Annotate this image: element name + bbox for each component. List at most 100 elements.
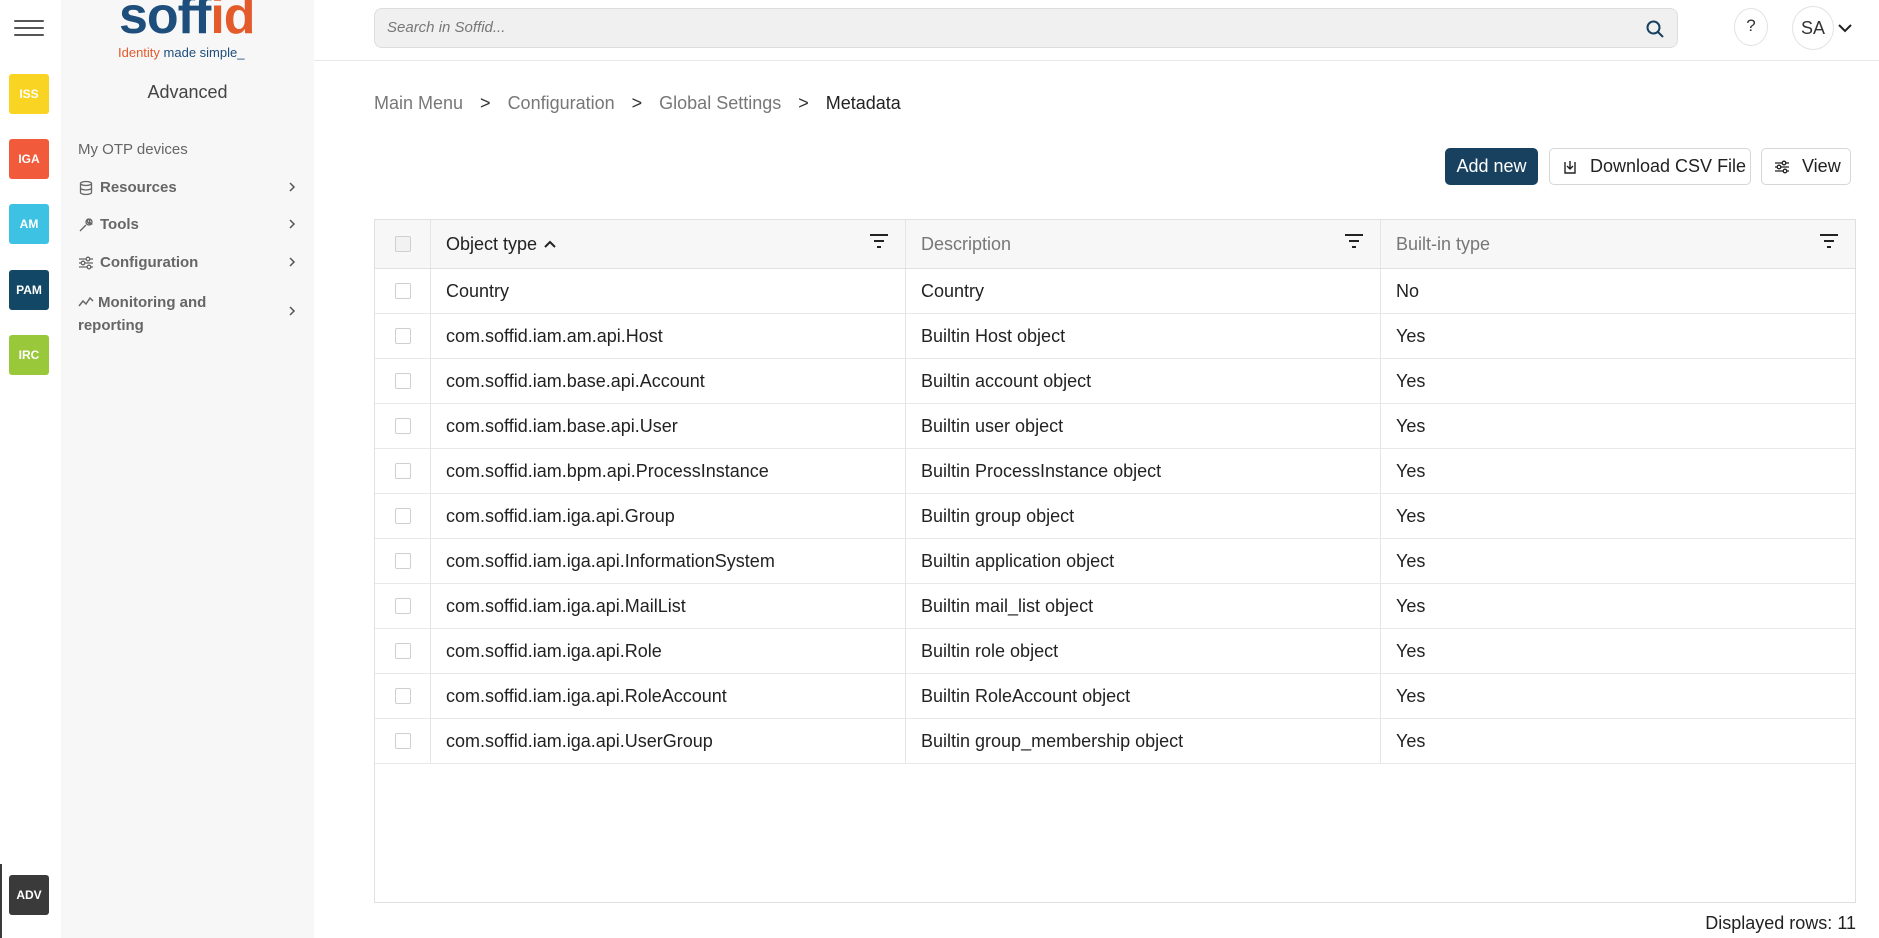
row-checkbox[interactable] <box>395 508 411 524</box>
filter-icon[interactable] <box>868 232 890 250</box>
app-tile-am[interactable]: AM <box>9 204 49 244</box>
table-row[interactable]: com.soffid.iam.am.api.Host Builtin Host o… <box>375 314 1855 359</box>
chevron-right-icon <box>289 306 296 316</box>
cell-object-type: com.soffid.iam.iga.api.RoleAccount <box>446 686 727 706</box>
sidebar-item-configuration[interactable]: Configuration <box>78 254 308 271</box>
sidebar-item-label: Monitoring and reporting <box>78 294 207 334</box>
row-checkbox[interactable] <box>395 688 411 704</box>
sidebar-item-monitoring[interactable]: Monitoring and reporting <box>78 291 308 337</box>
column-header-label: Object type <box>446 234 538 254</box>
breadcrumb: Main Menu > Configuration > Global Setti… <box>374 93 901 114</box>
side-navigation: soffid Identity made simple_ Advanced My… <box>61 0 314 938</box>
cell-object-type: com.soffid.iam.base.api.Account <box>446 371 705 391</box>
table-row[interactable]: com.soffid.iam.base.api.Account Builtin a… <box>375 359 1855 404</box>
help-button[interactable]: ? <box>1734 8 1768 46</box>
sidebar-item-label: Resources <box>100 179 177 196</box>
row-checkbox[interactable] <box>395 643 411 659</box>
table-row[interactable]: com.soffid.iam.iga.api.InformationSystem… <box>375 539 1855 584</box>
cell-description: Builtin account object <box>921 371 1092 391</box>
column-header-label: Built-in type <box>1396 234 1491 254</box>
chevron-down-icon[interactable] <box>1837 20 1853 36</box>
breadcrumb-current-page: Metadata <box>825 93 901 113</box>
breadcrumb-separator: > <box>480 93 491 113</box>
row-checkbox[interactable] <box>395 283 411 299</box>
cell-description: Country <box>921 281 985 301</box>
search-icon[interactable] <box>1645 19 1665 39</box>
app-tile-iga[interactable]: IGA <box>9 139 49 179</box>
table-row[interactable]: com.soffid.iam.iga.api.RoleAccount Builti… <box>375 674 1855 719</box>
breadcrumb-global-settings[interactable]: Global Settings <box>659 93 781 114</box>
cell-object-type: com.soffid.iam.iga.api.Group <box>446 506 675 526</box>
cell-builtin-type: Yes <box>1396 686 1426 706</box>
table-row[interactable]: Country Country No <box>375 269 1855 314</box>
table-row[interactable]: com.soffid.iam.iga.api.MailList Builtin m… <box>375 584 1855 629</box>
cell-builtin-type: Yes <box>1396 641 1426 661</box>
wrench-icon <box>79 218 93 232</box>
cell-description: Builtin ProcessInstance object <box>921 461 1162 481</box>
app-rail: ISS IGA AM PAM IRC ADV <box>0 0 61 938</box>
sidebar-item-resources[interactable]: Resources <box>78 179 308 196</box>
view-button[interactable]: View <box>1761 148 1851 185</box>
cell-builtin-type: Yes <box>1396 326 1426 346</box>
cell-description: Builtin user object <box>921 416 1064 436</box>
cell-description: Builtin group object <box>921 506 1075 526</box>
active-app-indicator <box>0 864 2 938</box>
database-icon <box>79 180 93 196</box>
filter-icon[interactable] <box>1818 232 1840 250</box>
cell-description: Builtin role object <box>921 641 1059 661</box>
table-row[interactable]: com.soffid.iam.iga.api.Group Builtin grou… <box>375 494 1855 539</box>
chart-line-icon <box>78 296 94 307</box>
cell-object-type: com.soffid.iam.base.api.User <box>446 416 678 436</box>
cell-object-type: com.soffid.iam.iga.api.Role <box>446 641 662 661</box>
row-checkbox[interactable] <box>395 553 411 569</box>
sidebar-item-tools[interactable]: Tools <box>78 216 308 233</box>
chevron-right-icon <box>289 182 296 192</box>
row-checkbox[interactable] <box>395 733 411 749</box>
cell-builtin-type: No <box>1396 281 1420 301</box>
table-row[interactable]: com.soffid.iam.bpm.api.ProcessInstance Bu… <box>375 449 1855 494</box>
row-checkbox[interactable] <box>395 373 411 389</box>
section-title: Advanced <box>147 82 228 102</box>
select-all-checkbox[interactable] <box>395 236 411 252</box>
soffid-logo[interactable]: soffid Identity made simple_ <box>118 0 259 60</box>
cell-description: Builtin application object <box>921 551 1115 571</box>
row-checkbox[interactable] <box>395 598 411 614</box>
cell-builtin-type: Yes <box>1396 551 1426 571</box>
app-tile-irc[interactable]: IRC <box>9 335 49 375</box>
chevron-right-icon <box>289 219 296 229</box>
app-tile-pam[interactable]: PAM <box>9 270 49 310</box>
filter-icon[interactable] <box>1343 232 1365 250</box>
cell-object-type: com.soffid.iam.am.api.Host <box>446 326 663 346</box>
cell-description: Builtin group_membership object <box>921 731 1184 751</box>
add-new-button[interactable]: Add new <box>1445 148 1538 185</box>
cell-builtin-type: Yes <box>1396 506 1426 526</box>
table-row[interactable]: com.soffid.iam.base.api.User Builtin user… <box>375 404 1855 449</box>
sort-ascending-icon[interactable] <box>543 237 557 251</box>
column-header-builtin-type[interactable]: Built-in type <box>1381 220 1855 268</box>
row-checkbox[interactable] <box>395 328 411 344</box>
breadcrumb-main-menu[interactable]: Main Menu <box>374 93 463 114</box>
sidebar-item-label: Tools <box>100 216 139 233</box>
my-otp-devices-link[interactable]: My OTP devices <box>78 141 188 158</box>
app-tile-iss[interactable]: ISS <box>9 74 49 114</box>
table-body: Country Country No com.soffid.iam.am.api.Ho… <box>375 269 1855 764</box>
column-header-label: Description <box>921 234 1012 254</box>
table-row[interactable]: com.soffid.iam.iga.api.UserGroup Builtin … <box>375 719 1855 764</box>
column-header-object-type[interactable]: Object type <box>431 220 906 268</box>
breadcrumb-configuration[interactable]: Configuration <box>508 93 615 114</box>
search-input[interactable]: Search in Soffid... <box>387 19 505 36</box>
cell-object-type: Country <box>446 281 510 301</box>
row-checkbox[interactable] <box>395 418 411 434</box>
sidebar-item-label: Configuration <box>100 254 199 271</box>
search-box[interactable]: Search in Soffid... <box>374 8 1678 48</box>
hamburger-menu-icon[interactable] <box>14 20 44 42</box>
table-row[interactable]: com.soffid.iam.iga.api.Role Builtin role … <box>375 629 1855 674</box>
row-checkbox[interactable] <box>395 463 411 479</box>
top-bar: Search in Soffid... ? SA <box>314 0 1879 61</box>
download-csv-button[interactable]: Download CSV File <box>1549 148 1751 185</box>
column-header-description[interactable]: Description <box>906 220 1381 268</box>
user-avatar[interactable]: SA <box>1792 6 1834 50</box>
breadcrumb-separator: > <box>798 93 809 113</box>
app-tile-adv[interactable]: ADV <box>9 875 49 915</box>
cell-builtin-type: Yes <box>1396 371 1426 391</box>
